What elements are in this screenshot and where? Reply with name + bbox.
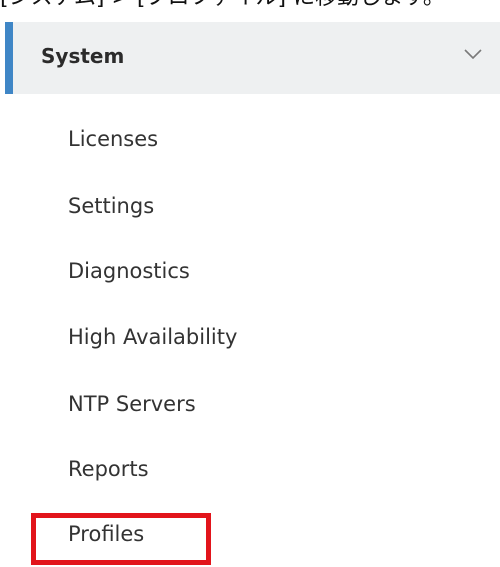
system-section-header[interactable]: System <box>5 22 500 94</box>
menu-item-ntp-servers[interactable]: NTP Servers <box>68 383 388 425</box>
system-section-title: System <box>41 44 125 68</box>
menu-item-diagnostics[interactable]: Diagnostics <box>68 250 388 292</box>
system-submenu: Licenses Settings Diagnostics High Avail… <box>0 94 500 567</box>
menu-item-licenses[interactable]: Licenses <box>68 118 388 160</box>
profiles-highlight-box <box>31 513 211 565</box>
instruction-caption: [システム] > [プロファイル] に移動します。 <box>0 0 500 10</box>
menu-item-high-availability[interactable]: High Availability <box>68 316 388 358</box>
menu-item-reports[interactable]: Reports <box>68 448 388 490</box>
menu-item-settings[interactable]: Settings <box>68 185 388 227</box>
chevron-down-icon[interactable] <box>464 49 482 59</box>
